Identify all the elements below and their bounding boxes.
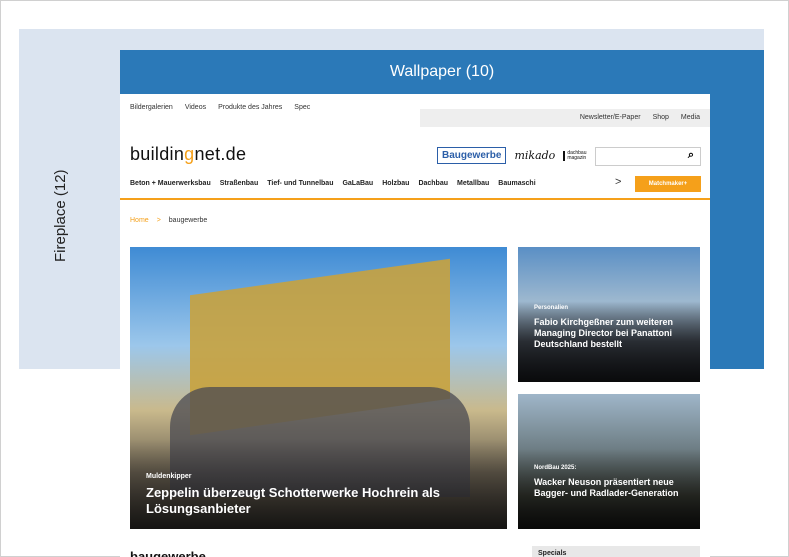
nav-item-galabau[interactable]: GaLaBau xyxy=(342,180,373,187)
top-link-newsletter[interactable]: Newsletter/E-Paper xyxy=(580,114,641,121)
matchmaker-button[interactable]: Matchmaker+ xyxy=(635,176,701,192)
top-link-galleries[interactable]: Bildergalerien xyxy=(130,104,173,111)
brand-dachbau[interactable]: dachbau magazin xyxy=(563,150,587,161)
nav-item-tiefbau[interactable]: Tief- und Tunnelbau xyxy=(267,180,333,187)
logo-accent: g xyxy=(184,144,195,164)
card-title[interactable]: Wacker Neuson präsentiert neue Bagger- u… xyxy=(534,477,694,499)
sidebar-specials: Specials xyxy=(532,546,700,557)
site-logo[interactable]: buildingnet.de xyxy=(130,144,246,165)
brand-dachbau-line2: magazin xyxy=(567,154,587,161)
card-kicker: NordBau 2025: xyxy=(534,465,577,471)
breadcrumb-current: baugewerbe xyxy=(168,217,208,224)
hero-title[interactable]: Zeppelin überzeugt Schotterwerke Hochrei… xyxy=(146,485,466,517)
card-kicker: Personalien xyxy=(534,305,569,311)
top-link-media[interactable]: Media xyxy=(681,114,700,121)
search-input[interactable]: ⌕ xyxy=(595,147,701,166)
section-heading: baugewerbe xyxy=(130,549,206,557)
website: Bildergalerien Videos Produkte des Jahre… xyxy=(120,94,710,557)
hero-article[interactable]: Muldenkipper Zeppelin überzeugt Schotter… xyxy=(130,247,507,529)
breadcrumb: Home > baugewerbe xyxy=(130,217,207,224)
search-icon[interactable]: ⌕ xyxy=(688,149,694,162)
nav-item-baumaschinen[interactable]: Baumaschi xyxy=(498,180,535,187)
top-bar: Bildergalerien Videos Produkte des Jahre… xyxy=(120,94,710,127)
nav-item-holzbau[interactable]: Holzbau xyxy=(382,180,409,187)
top-links-right: Newsletter/E-Paper Shop Media xyxy=(580,114,700,121)
nav-divider xyxy=(120,198,710,200)
top-link-videos[interactable]: Videos xyxy=(185,104,206,111)
nav-item-metallbau[interactable]: Metallbau xyxy=(457,180,489,187)
top-link-specials[interactable]: Spec xyxy=(294,104,310,111)
logo-text-2: net.de xyxy=(194,144,247,164)
card-title[interactable]: Fabio Kirchgeßner zum weiteren Managing … xyxy=(534,317,694,350)
fireplace-label: Fireplace (12) xyxy=(52,169,69,262)
brand-baugewerbe[interactable]: Baugewerbe xyxy=(437,147,507,164)
top-links-left: Bildergalerien Videos Produkte des Jahre… xyxy=(130,104,310,111)
breadcrumb-home[interactable]: Home xyxy=(130,217,149,224)
teaser-card-personalien[interactable]: Personalien Fabio Kirchgeßner zum weiter… xyxy=(518,247,700,382)
nav-item-dachbau[interactable]: Dachbau xyxy=(418,180,448,187)
hero-kicker: Muldenkipper xyxy=(146,473,192,480)
specials-heading: Specials xyxy=(538,550,567,557)
nav-item-strassenbau[interactable]: Straßenbau xyxy=(220,180,259,187)
wallpaper-right-strip xyxy=(710,94,764,369)
nav-item-beton[interactable]: Beton + Mauerwerksbau xyxy=(130,180,211,187)
logo-text-1: buildin xyxy=(130,144,185,164)
wallpaper-ad-area: Wallpaper (10) xyxy=(120,50,764,94)
nav-scroll-right-icon[interactable]: > xyxy=(615,176,621,188)
wallpaper-label: Wallpaper (10) xyxy=(389,63,495,80)
top-link-shop[interactable]: Shop xyxy=(653,114,669,121)
breadcrumb-separator: > xyxy=(156,217,161,224)
top-link-products[interactable]: Produkte des Jahres xyxy=(218,104,282,111)
teaser-card-nordbau[interactable]: NordBau 2025: Wacker Neuson präsentiert … xyxy=(518,394,700,529)
brand-mikado[interactable]: mikado xyxy=(514,149,555,162)
brand-logos: Baugewerbe mikado dachbau magazin xyxy=(437,147,587,164)
main-nav: Beton + Mauerwerksbau Straßenbau Tief- u… xyxy=(130,180,536,187)
